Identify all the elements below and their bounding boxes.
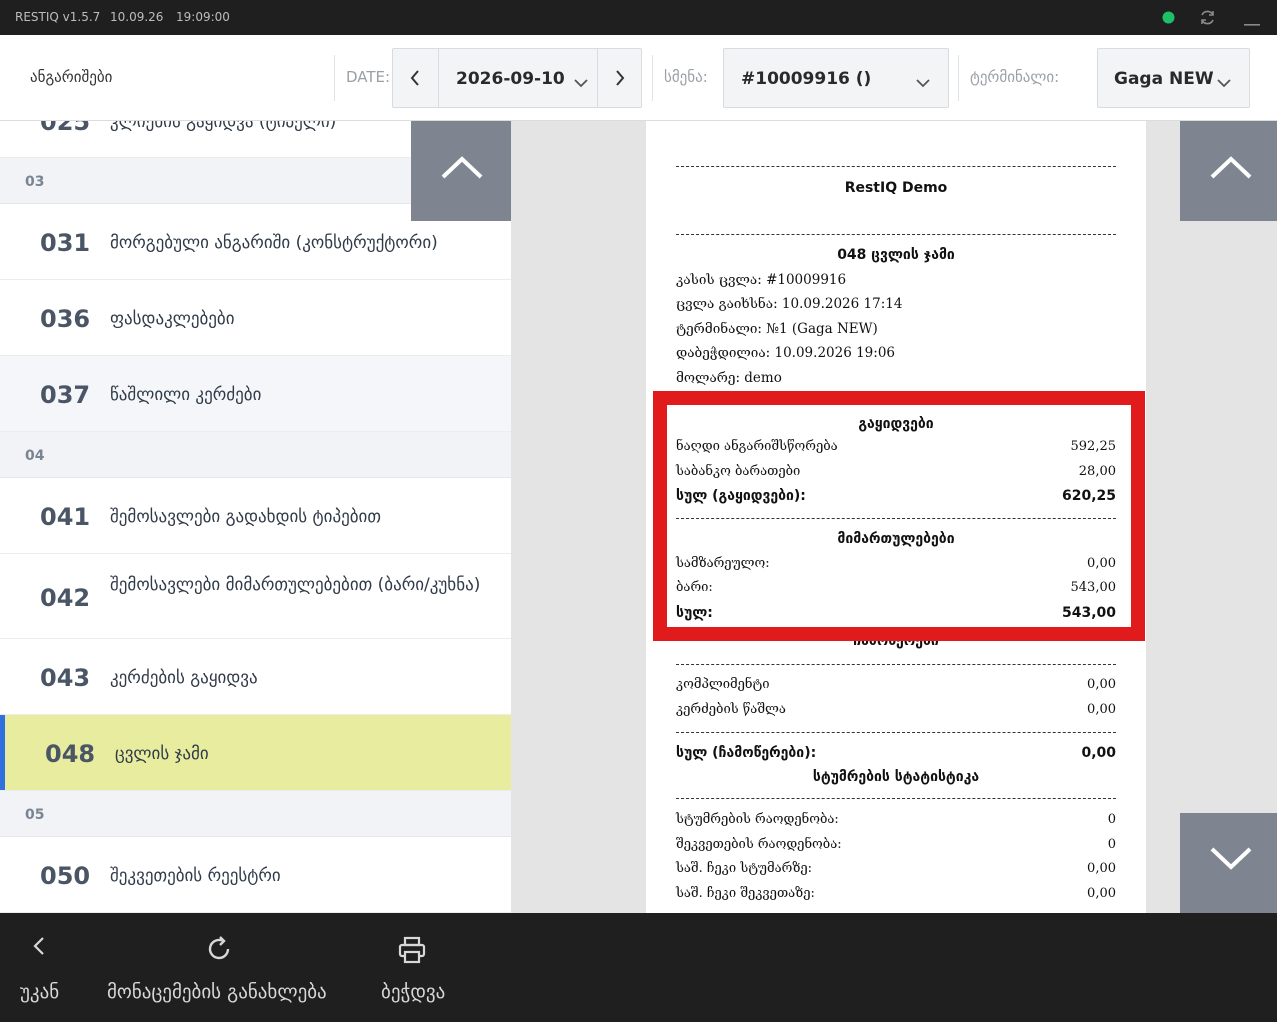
refresh-icon bbox=[208, 936, 230, 960]
list-item[interactable]: 043 კერძების გაყიდვა bbox=[0, 639, 511, 715]
chevron-left-icon bbox=[33, 937, 44, 955]
terminal-label: ტერმინალი: bbox=[970, 68, 1060, 86]
titlebar-time: 19:09:00 bbox=[176, 10, 230, 24]
list-item[interactable]: 041 შემოსავლები გადახდის ტიპებით bbox=[0, 478, 511, 554]
report-code: 025 bbox=[40, 121, 91, 136]
next-date-button[interactable] bbox=[597, 49, 643, 107]
printer-icon bbox=[398, 936, 426, 964]
report-code: 043 bbox=[40, 664, 91, 692]
shift-select[interactable]: #10009916 () bbox=[723, 48, 949, 108]
list-scroll-up-button[interactable] bbox=[411, 121, 511, 221]
list-item[interactable]: 042 შემოსავლები მიმართულებებით (ბარი/კუხ… bbox=[0, 554, 511, 639]
prev-date-button[interactable] bbox=[393, 49, 439, 107]
list-item[interactable]: 050 შეკვეთების რეესტრი bbox=[0, 837, 511, 913]
report-label: ფასდაკლებები bbox=[110, 309, 235, 329]
terminal-select[interactable]: Gaga NEW bbox=[1097, 48, 1250, 108]
guests-title: სტუმრების სტატისტიკა bbox=[812, 769, 980, 785]
bottom-toolbar: უკან მონაცემების განახლება ბეჭდვა bbox=[0, 913, 1277, 1022]
section-header: 05 bbox=[0, 791, 511, 837]
report-label: შემოსავლები გადახდის ტიპებით bbox=[110, 507, 381, 527]
print-button[interactable]: ბეჭდვა bbox=[381, 913, 461, 1022]
report-code: 036 bbox=[40, 305, 91, 333]
receipt-info-line: კასის ცვლა: #10009916 bbox=[676, 272, 847, 288]
date-label: DATE: bbox=[346, 68, 391, 86]
list-item-selected[interactable]: 048 ცვლის ჯამი bbox=[0, 715, 511, 791]
back-button[interactable]: უკან bbox=[18, 913, 78, 1022]
title-bar: RESTIQ v1.5.7 10.09.26 19:09:00 bbox=[0, 0, 1277, 35]
refresh-data-button[interactable]: მონაცემების განახლება bbox=[107, 913, 347, 1022]
shift-value: #10009916 () bbox=[741, 69, 872, 89]
date-picker[interactable]: 2026-09-10 bbox=[392, 48, 642, 108]
report-code: 037 bbox=[40, 381, 91, 409]
report-list[interactable]: 025 კლიენის გაყიდვა (ტიპელი) 03 031 მორგ… bbox=[0, 121, 511, 913]
receipt-title: 048 ცვლის ჯამი bbox=[837, 247, 955, 263]
page-title: ანგარიშები bbox=[30, 68, 113, 86]
shift-label: სმენა: bbox=[664, 68, 708, 86]
sync-icon[interactable] bbox=[1199, 9, 1216, 29]
titlebar-date: 10.09.26 bbox=[110, 10, 164, 24]
chevron-down-icon bbox=[1210, 847, 1252, 870]
report-label: კლიენის გაყიდვა (ტიპელი) bbox=[110, 121, 337, 132]
report-code: 031 bbox=[40, 229, 91, 257]
chevron-up-icon bbox=[441, 156, 483, 179]
list-item[interactable]: 036 ფასდაკლებები bbox=[0, 280, 511, 356]
chevron-down-icon bbox=[574, 73, 588, 92]
chevron-down-icon bbox=[1217, 73, 1231, 92]
receipt-info-line: მოლარე: demo bbox=[676, 370, 782, 386]
highlight-box bbox=[653, 391, 1145, 641]
terminal-value: Gaga NEW bbox=[1114, 69, 1214, 89]
report-label: შეკვეთების რეესტრი bbox=[110, 866, 281, 886]
receipt-scroll-down-button[interactable] bbox=[1180, 813, 1277, 913]
status-dot-icon bbox=[1162, 11, 1175, 27]
section-header: 04 bbox=[0, 432, 511, 478]
report-label: კერძების გაყიდვა bbox=[110, 668, 258, 688]
receipt-info-line: ცვლა გაიხსნა: 10.09.2026 17:14 bbox=[676, 296, 903, 312]
report-label: ცვლის ჯამი bbox=[115, 744, 209, 764]
receipt-scroll-up-button[interactable] bbox=[1180, 121, 1277, 221]
list-item[interactable]: 037 წაშლილი კერძები bbox=[0, 356, 511, 432]
header: ანგარიშები DATE: 2026-09-10 სმენა: #1000… bbox=[0, 35, 1277, 121]
receipt-info-line: დაბეჭდილია: 10.09.2026 19:06 bbox=[676, 345, 895, 361]
report-code: 048 bbox=[45, 740, 96, 768]
report-code: 050 bbox=[40, 862, 91, 890]
receipt-info-line: ტერმინალი: №1 (Gaga NEW) bbox=[676, 321, 878, 337]
receipt-preview: RestIQ Demo 048 ცვლის ჯამი კასის ცვლა: #… bbox=[511, 121, 1277, 913]
receipt-company: RestIQ Demo bbox=[844, 180, 948, 196]
chevron-up-icon bbox=[1210, 156, 1252, 179]
app-version: RESTIQ v1.5.7 bbox=[15, 10, 101, 24]
selection-indicator bbox=[0, 715, 5, 790]
report-code: 042 bbox=[40, 584, 91, 612]
report-label: შემოსავლები მიმართულებებით (ბარი/კუხნა) bbox=[110, 575, 481, 595]
report-code: 041 bbox=[40, 503, 91, 531]
report-label: წაშლილი კერძები bbox=[110, 385, 262, 405]
date-value: 2026-09-10 bbox=[456, 69, 565, 89]
report-label: მორგებული ანგარიში (კონსტრუქტორი) bbox=[110, 233, 438, 253]
chevron-down-icon bbox=[916, 73, 930, 92]
minimize-icon[interactable] bbox=[1244, 16, 1260, 30]
